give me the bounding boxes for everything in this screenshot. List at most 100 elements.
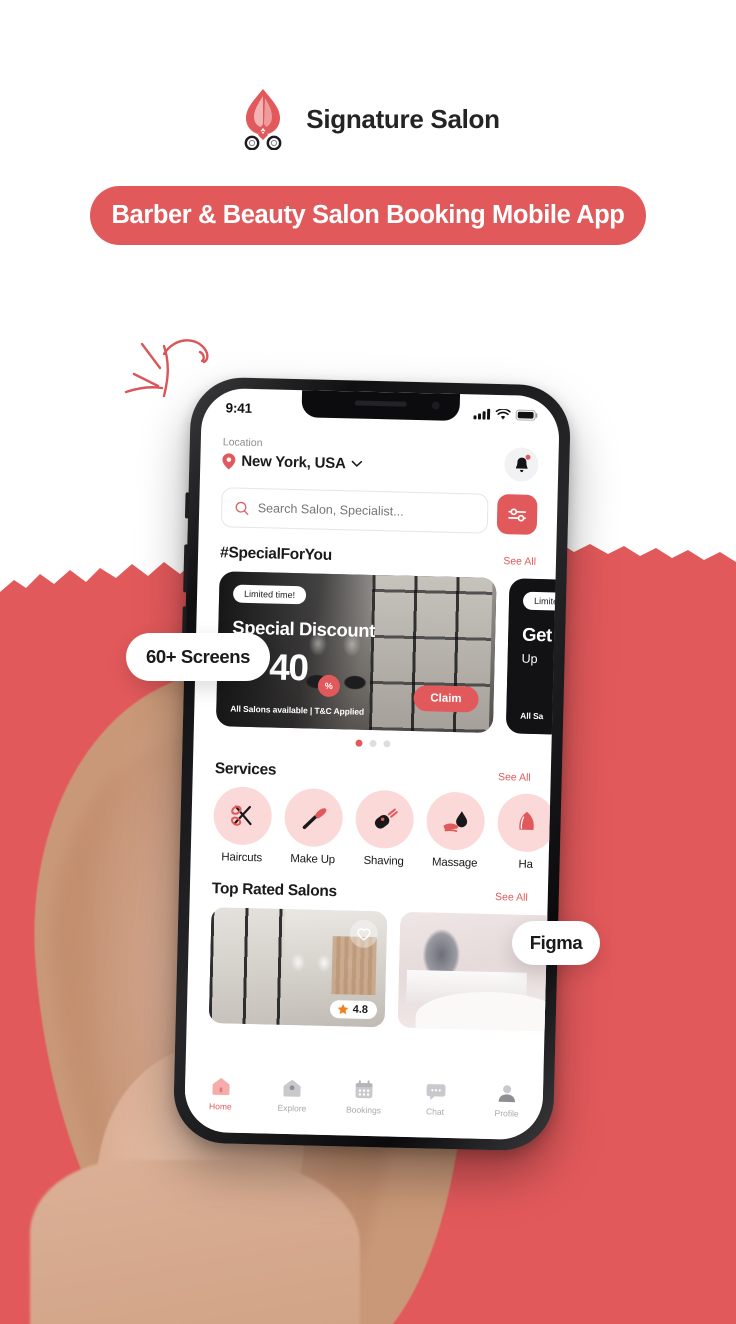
front-camera: [431, 401, 440, 410]
hand-drop-icon: [443, 811, 468, 832]
tab-home[interactable]: Home: [189, 1075, 252, 1113]
tab-icon-wrap: [333, 1078, 396, 1102]
tab-icon-wrap: [261, 1076, 324, 1100]
razor-icon: [374, 808, 398, 829]
tab-bookings[interactable]: Bookings: [332, 1078, 395, 1116]
location-row: Location New York, USA: [200, 422, 559, 483]
service-label: Shaving: [363, 854, 404, 868]
phone-mockup: 9:41 Location New York, USA Search Salon…: [172, 376, 572, 1152]
see-all-salons[interactable]: See All: [495, 891, 528, 904]
salon-card[interactable]: 4.8: [208, 907, 388, 1028]
brand-name: Signature Salon: [306, 103, 500, 134]
star-icon: [337, 1003, 349, 1015]
heart-icon: [357, 927, 371, 941]
service-item-hair[interactable]: Ha: [496, 793, 557, 871]
service-icon-wrap: [283, 787, 344, 848]
service-item-makeup[interactable]: Make Up: [283, 787, 344, 866]
screens-count-label: 60+ Screens: [145, 646, 251, 667]
carousel-dot[interactable]: [382, 740, 391, 748]
scissors-icon: [230, 805, 252, 826]
headline-text: Barber & Beauty Salon Booking Mobile App: [111, 201, 625, 229]
bottom-tab-bar[interactable]: Home Explore Bookings Chat Profile: [183, 1065, 544, 1141]
tab-explore[interactable]: Explore: [261, 1076, 324, 1114]
search-input[interactable]: [257, 501, 475, 521]
cellular-signal-icon: [473, 408, 491, 420]
location-block[interactable]: Location New York, USA: [222, 436, 363, 472]
tab-label: Explore: [277, 1102, 307, 1114]
app-content: Location New York, USA Search Salon, Spe…: [183, 388, 561, 1141]
promo-tag: Limited time!: [522, 591, 561, 612]
carousel-dot[interactable]: [368, 739, 377, 748]
service-item-massage[interactable]: Massage: [425, 791, 486, 870]
status-time: 9:41: [225, 399, 253, 416]
rating-badge: 4.8: [329, 1000, 378, 1020]
filter-button[interactable]: [496, 493, 538, 535]
makeup-brush-icon: [302, 808, 327, 830]
service-icon-wrap: [354, 789, 415, 850]
compass-icon: [283, 1079, 301, 1097]
service-icon-wrap: [496, 793, 557, 853]
tab-profile[interactable]: Profile: [476, 1082, 539, 1120]
carousel-dot-active[interactable]: [354, 739, 363, 747]
service-label: Massage: [431, 856, 478, 870]
wrist: [30, 1160, 360, 1324]
see-all-services[interactable]: See All: [498, 771, 531, 784]
location-selector[interactable]: New York, USA: [222, 452, 363, 472]
service-icon-wrap: [212, 786, 273, 846]
services-list[interactable]: Haircuts Make Up Shaving Massage Ha: [191, 778, 557, 872]
rating-value: 4.8: [352, 1003, 369, 1016]
screens-count-badge: 60+ Screens: [126, 633, 270, 681]
figma-badge: Figma: [512, 921, 600, 965]
search-row: [199, 474, 558, 536]
location-label: Location: [222, 436, 263, 450]
search-box[interactable]: [220, 487, 489, 534]
hair-care-icon: [519, 811, 534, 830]
chevron-down-icon[interactable]: [352, 460, 363, 467]
notifications-button[interactable]: [503, 447, 539, 482]
claim-button[interactable]: Claim: [412, 684, 479, 713]
promo-card[interactable]: Limited time! Get Up All Sa: [505, 578, 561, 741]
tab-label: Chat: [425, 1106, 445, 1117]
home-icon: [212, 1077, 230, 1096]
tab-label: Profile: [494, 1108, 519, 1119]
tab-chat[interactable]: Chat: [404, 1080, 467, 1118]
phone-notch: [301, 390, 461, 422]
service-item-haircuts[interactable]: Haircuts: [212, 786, 273, 864]
section-title-salons: Top Rated Salons: [211, 880, 338, 901]
map-pin-icon: [222, 452, 236, 469]
notification-badge-dot: [525, 454, 531, 460]
section-title-special: #SpecialForYou: [219, 544, 333, 564]
tab-label: Bookings: [345, 1104, 382, 1116]
search-icon: [235, 501, 249, 515]
tab-label: Home: [208, 1101, 232, 1112]
battery-icon: [515, 409, 538, 421]
promo-upto: Up: [521, 651, 538, 667]
chat-bubble-icon: [426, 1083, 446, 1100]
salons-list[interactable]: 4.8: [187, 898, 561, 1033]
sliders-filter-icon: [507, 507, 526, 522]
service-item-shaving[interactable]: Shaving: [354, 789, 415, 868]
status-icons: [473, 408, 538, 421]
brand-header: Signature Salon: [0, 88, 736, 150]
service-icon-wrap: [425, 791, 486, 851]
tab-icon-wrap: [476, 1082, 539, 1106]
phone-silent-switch[interactable]: [184, 492, 190, 519]
calendar-icon: [355, 1080, 373, 1099]
wifi-icon: [495, 408, 511, 419]
promo-terms: All Sa: [520, 710, 544, 722]
phone-screen: 9:41 Location New York, USA Search Salon…: [183, 387, 561, 1141]
service-label: Ha: [518, 858, 533, 871]
promo-tag: Limited time!: [232, 584, 307, 605]
location-city: New York, USA: [241, 452, 346, 473]
salon-scissors-flame-logo-icon: [244, 89, 282, 150]
poster-canvas: Signature Salon Barber & Beauty Salon Bo…: [0, 0, 736, 1324]
section-title-services: Services: [214, 760, 277, 779]
tab-icon-wrap: [190, 1075, 253, 1099]
promo-amount: 40: [268, 646, 308, 689]
figma-label: Figma: [529, 932, 583, 953]
headline-pill: Barber & Beauty Salon Booking Mobile App: [90, 186, 646, 245]
see-all-special[interactable]: See All: [503, 555, 536, 568]
promo-title: Get: [521, 623, 553, 646]
earpiece-speaker: [354, 400, 407, 407]
tab-icon-wrap: [404, 1080, 467, 1104]
